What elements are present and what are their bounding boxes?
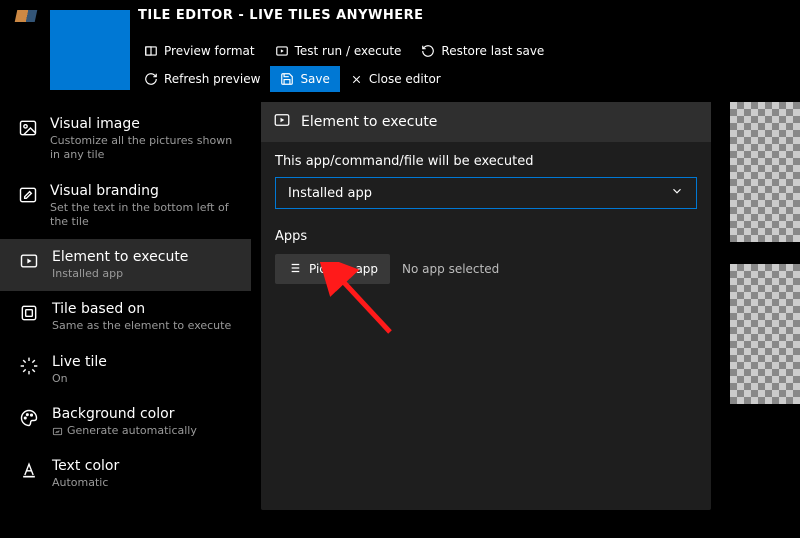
- nav-sub: Set the text in the bottom left of the t…: [50, 201, 241, 230]
- nav-title: Element to execute: [52, 249, 188, 265]
- close-editor-button[interactable]: Close editor: [340, 66, 451, 92]
- nav-background-color[interactable]: Background color Generate automatically: [0, 396, 251, 448]
- preview-format-label: Preview format: [164, 44, 255, 58]
- restore-label: Restore last save: [441, 44, 544, 58]
- list-icon: [287, 261, 301, 278]
- pick-app-status: No app selected: [402, 262, 499, 276]
- nav-title: Tile based on: [52, 301, 231, 317]
- nav-title: Live tile: [52, 354, 107, 370]
- nav-title: Text color: [52, 458, 119, 474]
- tile-preview: [50, 10, 130, 90]
- preview-format-button[interactable]: Preview format: [134, 38, 265, 64]
- toolbar: Preview format Test run / execute Restor…: [130, 38, 800, 92]
- apps-label: Apps: [275, 229, 697, 244]
- nav-title: Visual image: [50, 116, 241, 132]
- nav-text-color[interactable]: Text color Automatic: [0, 448, 251, 500]
- app-icon: [15, 10, 38, 22]
- nav-element-to-execute[interactable]: Element to execute Installed app: [0, 239, 251, 291]
- nav-visual-image[interactable]: Visual image Customize all the pictures …: [0, 106, 251, 173]
- body: Visual image Customize all the pictures …: [0, 92, 800, 538]
- window-title: TILE EDITOR - LIVE TILES ANYWHERE: [130, 0, 800, 38]
- nav-title: Background color: [52, 406, 197, 422]
- dropdown-value: Installed app: [288, 186, 372, 201]
- wand-icon: [52, 426, 63, 437]
- preview-rail: [722, 92, 800, 538]
- nav-live-tile[interactable]: Live tile On: [0, 344, 251, 396]
- save-button[interactable]: Save: [270, 66, 339, 92]
- header-right: TILE EDITOR - LIVE TILES ANYWHERE Previe…: [130, 0, 800, 92]
- text-color-icon: [18, 458, 40, 490]
- palette-icon: [18, 406, 40, 438]
- header: TILE EDITOR - LIVE TILES ANYWHERE Previe…: [0, 0, 800, 92]
- nav-sub: Customize all the pictures shown in any …: [50, 134, 241, 163]
- panel-heading: Element to execute: [261, 102, 711, 142]
- nav-sub: Automatic: [52, 476, 119, 490]
- window: TILE EDITOR - LIVE TILES ANYWHERE Previe…: [0, 0, 800, 538]
- test-run-label: Test run / execute: [295, 44, 402, 58]
- close-label: Close editor: [369, 72, 441, 86]
- test-run-icon: [275, 44, 289, 58]
- nav-sub: On: [52, 372, 107, 386]
- nav-title: Visual branding: [50, 183, 241, 199]
- test-run-button[interactable]: Test run / execute: [265, 38, 412, 64]
- undo-icon: [421, 44, 435, 58]
- save-label: Save: [300, 72, 329, 86]
- refresh-preview-button[interactable]: Refresh preview: [134, 66, 270, 92]
- pick-app-button[interactable]: Pick an app: [275, 254, 390, 284]
- nav-visual-branding[interactable]: Visual branding Set the text in the bott…: [0, 173, 251, 240]
- execute-icon: [18, 249, 40, 281]
- preview-format-icon: [144, 44, 158, 58]
- execute-type-dropdown[interactable]: Installed app: [275, 177, 697, 209]
- transparency-swatch: [730, 102, 800, 242]
- execute-icon: [273, 111, 291, 133]
- image-icon: [18, 116, 38, 163]
- nav-sub: Installed app: [52, 267, 188, 281]
- nav-sub: Generate automatically: [52, 424, 197, 438]
- close-icon: [350, 73, 363, 86]
- refresh-label: Refresh preview: [164, 72, 260, 86]
- content: Element to execute This app/command/file…: [251, 92, 722, 538]
- header-left: [0, 0, 130, 92]
- field-label: This app/command/file will be executed: [275, 154, 697, 169]
- panel-heading-text: Element to execute: [301, 114, 437, 130]
- nav-tile-based-on[interactable]: Tile based on Same as the element to exe…: [0, 291, 251, 343]
- nav-sub: Same as the element to execute: [52, 319, 231, 333]
- chevron-down-icon: [670, 184, 684, 202]
- pick-app-label: Pick an app: [309, 262, 378, 276]
- apps-row: Pick an app No app selected: [275, 254, 697, 284]
- refresh-icon: [144, 72, 158, 86]
- sidebar: Visual image Customize all the pictures …: [0, 92, 251, 538]
- panel-body: This app/command/file will be executed I…: [261, 142, 711, 296]
- edit-icon: [18, 183, 38, 230]
- save-icon: [280, 72, 294, 86]
- sparkle-icon: [18, 354, 40, 386]
- restore-button[interactable]: Restore last save: [411, 38, 554, 64]
- transparency-swatch: [730, 264, 800, 404]
- panel: Element to execute This app/command/file…: [261, 102, 711, 510]
- tile-icon: [18, 301, 40, 333]
